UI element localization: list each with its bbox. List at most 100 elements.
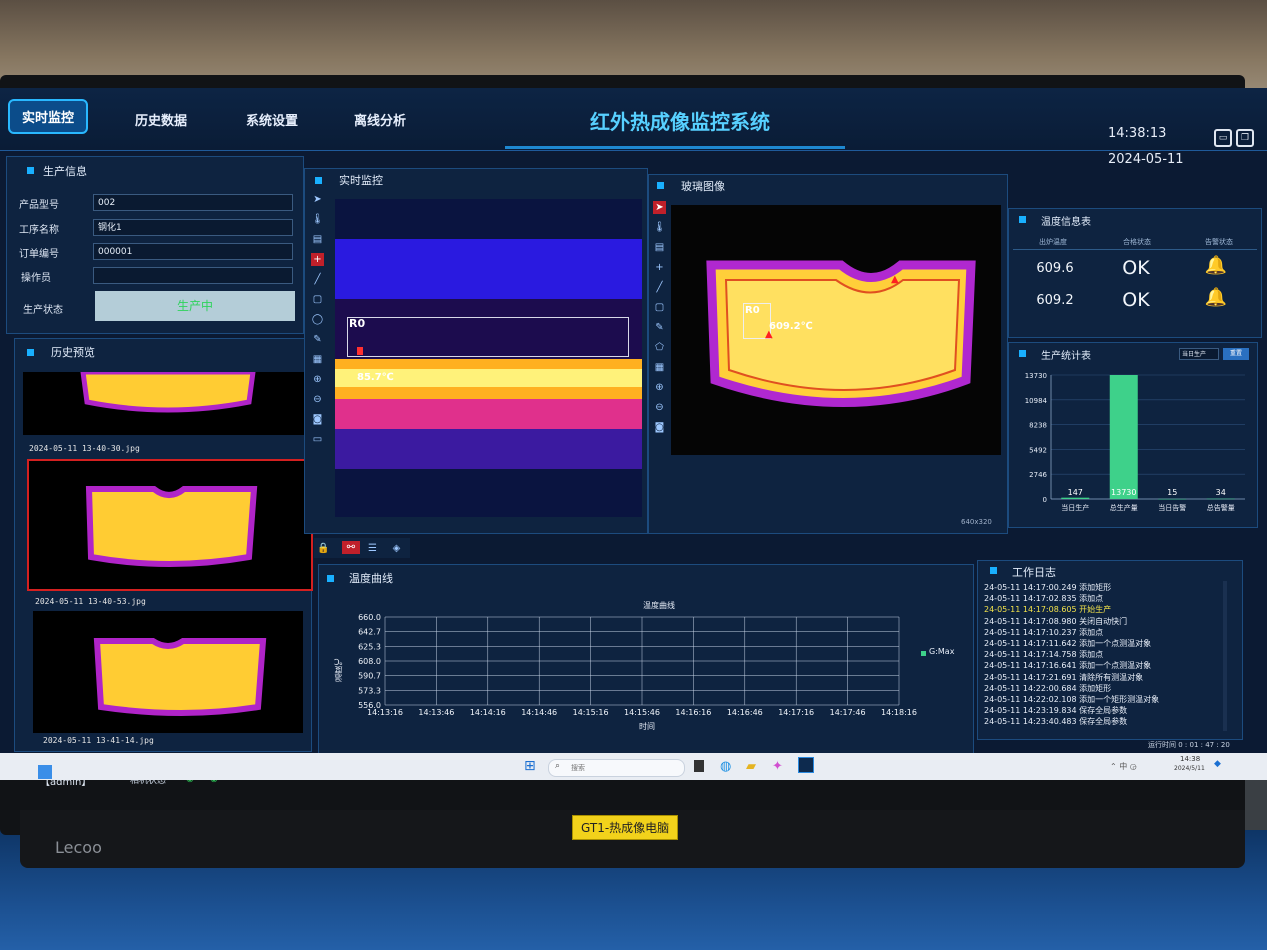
operator-input[interactable] bbox=[93, 267, 293, 284]
x-tick-label: 14:17:16 bbox=[778, 708, 814, 717]
notification-icon[interactable]: ◆ bbox=[1214, 759, 1221, 769]
app-window-icon[interactable] bbox=[38, 765, 52, 779]
record-icon[interactable]: ▭ bbox=[311, 433, 324, 446]
temp-info-panel: 温度信息表 出炉温度 合格状态 告警状态 609.6 OK 🔔 609.2 OK… bbox=[1008, 208, 1262, 338]
edge-icon[interactable]: ◍ bbox=[720, 759, 731, 774]
tab-history[interactable]: 历史数据 bbox=[135, 110, 187, 129]
live-temp-reading: 85.7℃ bbox=[357, 372, 394, 383]
task-view-icon[interactable] bbox=[694, 760, 704, 772]
minimize-icon[interactable]: ▭ bbox=[1214, 129, 1232, 147]
rectangle-tool-icon[interactable]: ▢ bbox=[311, 293, 324, 306]
x-tick-label: 14:13:16 bbox=[367, 708, 403, 717]
log-entry: 24-05-11 14:17:08.980 关闭自动快门 bbox=[984, 616, 1128, 626]
status-cell: OK bbox=[1122, 289, 1150, 311]
thermal-app-icon[interactable] bbox=[798, 757, 814, 773]
log-entry: 24-05-11 14:22:00.684 添加矩形 bbox=[984, 683, 1112, 693]
add-point-icon[interactable]: + bbox=[311, 253, 324, 266]
link-icon[interactable]: ⚯ bbox=[342, 541, 360, 554]
thermal-image bbox=[85, 486, 258, 567]
log-entry: 24-05-11 14:17:00.249 添加矩形 bbox=[984, 583, 1112, 592]
panel-marker-icon bbox=[990, 567, 997, 574]
zoom-in-icon[interactable]: ⊕ bbox=[653, 381, 666, 394]
cursor-icon[interactable]: ➤ bbox=[653, 201, 666, 214]
taskbar-search-box[interactable]: ⌕ 搜索 bbox=[548, 759, 685, 777]
temp-cell: 609.6 bbox=[1036, 261, 1074, 276]
runtime-readout: 运行时间 0 : 01 : 47 : 20 bbox=[1148, 741, 1230, 749]
stats-range-select[interactable]: 当日生产 bbox=[1179, 348, 1219, 360]
tray-icons[interactable]: ⌃ 中 ◶ bbox=[1110, 761, 1137, 772]
folder-icon[interactable]: ▰ bbox=[746, 759, 756, 774]
polygon-tool-icon[interactable]: ⬠ bbox=[653, 341, 666, 354]
palette-icon[interactable]: ▦ bbox=[311, 353, 324, 366]
list-icon[interactable]: ☰ bbox=[366, 542, 379, 555]
delete-icon[interactable]: ▤ bbox=[311, 233, 324, 246]
thermometer-icon[interactable]: 🌡 bbox=[653, 221, 666, 234]
panel-marker-icon bbox=[27, 167, 34, 174]
edit-icon[interactable]: ✎ bbox=[653, 321, 666, 334]
tab-realtime[interactable]: 实时监控 bbox=[8, 99, 89, 134]
log-entry: 24-05-11 14:17:02.835 添加点 bbox=[984, 594, 1104, 604]
glass-thermal-view[interactable]: R0 609.2℃ ▲ ▲ bbox=[671, 205, 1001, 455]
x-tick-label: 14:16:16 bbox=[675, 708, 711, 717]
line-tool-icon[interactable]: ╱ bbox=[311, 273, 324, 286]
zoom-out-icon[interactable]: ⊖ bbox=[653, 401, 666, 414]
tab-offline[interactable]: 离线分析 bbox=[354, 110, 406, 129]
log-entry: 24-05-11 14:23:19.834 保存全局参数 bbox=[984, 706, 1128, 716]
thermal-image bbox=[93, 638, 267, 716]
x-tick-label: 14:15:16 bbox=[573, 708, 609, 717]
zoom-out-icon[interactable]: ⊖ bbox=[311, 393, 324, 406]
panel-marker-icon bbox=[327, 575, 334, 582]
app-icon[interactable]: ✦ bbox=[772, 759, 783, 774]
live-thermal-view[interactable]: R0 85.7℃ bbox=[335, 199, 642, 517]
bar bbox=[1158, 498, 1187, 500]
x-tick-label: 当日告警 bbox=[1158, 503, 1186, 512]
history-thumbnail-selected[interactable] bbox=[27, 459, 313, 591]
delete-icon[interactable]: ▤ bbox=[653, 241, 666, 254]
roi-rectangle[interactable] bbox=[347, 317, 629, 357]
glass-temp-reading: 609.2℃ bbox=[769, 321, 813, 332]
stats-reset-button[interactable]: 重置 bbox=[1223, 348, 1249, 360]
start-icon[interactable]: ⊞ bbox=[524, 758, 536, 774]
tag-icon[interactable]: ◈ bbox=[390, 542, 403, 555]
y-tick-label: 10984 bbox=[1025, 397, 1048, 405]
max-temp-marker bbox=[357, 347, 363, 355]
history-thumbnail[interactable] bbox=[33, 611, 303, 733]
tab-settings[interactable]: 系统设置 bbox=[246, 110, 298, 129]
y-tick-label: 0 bbox=[1043, 496, 1047, 504]
lock-icon[interactable]: 🔒 bbox=[317, 542, 330, 555]
edit-icon[interactable]: ✎ bbox=[311, 333, 324, 346]
x-tick-label: 14:16:46 bbox=[727, 708, 763, 717]
line-tool-icon[interactable]: ╱ bbox=[653, 281, 666, 294]
y-tick-label: 573.3 bbox=[358, 686, 381, 695]
history-thumbnail[interactable] bbox=[23, 372, 305, 435]
circle-tool-icon[interactable]: ◯ bbox=[311, 313, 324, 326]
restore-icon[interactable]: ❐ bbox=[1236, 129, 1254, 147]
zoom-in-icon[interactable]: ⊕ bbox=[311, 373, 324, 386]
log-scrollbar[interactable] bbox=[1223, 581, 1227, 731]
header-date: 2024-05-11 bbox=[1108, 152, 1184, 167]
curve-x-label: 时间 bbox=[639, 722, 655, 731]
camera-icon[interactable]: ◙ bbox=[653, 421, 666, 434]
add-point-icon[interactable]: + bbox=[653, 261, 666, 274]
header-clock: 14:38:13 bbox=[1108, 126, 1167, 141]
history-filename: 2024-05-11 13-40-53.jpg bbox=[35, 597, 146, 606]
order-number-select[interactable]: 000001 bbox=[93, 243, 293, 260]
taskbar-search-text: 搜索 bbox=[571, 764, 585, 772]
y-tick-label: 642.7 bbox=[358, 628, 381, 637]
process-name-input[interactable]: 钢化1 bbox=[93, 219, 293, 236]
rectangle-tool-icon[interactable]: ▢ bbox=[653, 301, 666, 314]
production-info-title: 生产信息 bbox=[43, 165, 87, 178]
history-filename: 2024-05-11 13-40-30.jpg bbox=[29, 444, 140, 453]
product-model-input[interactable]: 002 bbox=[93, 194, 293, 211]
column-header: 出炉温度 bbox=[1039, 238, 1067, 246]
x-tick-label: 14:14:46 bbox=[521, 708, 557, 717]
camera-icon[interactable]: ◙ bbox=[311, 413, 324, 426]
palette-icon[interactable]: ▦ bbox=[653, 361, 666, 374]
thermometer-icon[interactable]: 🌡 bbox=[311, 213, 324, 226]
x-tick-label: 14:14:16 bbox=[470, 708, 506, 717]
history-preview-title: 历史预览 bbox=[51, 346, 95, 359]
x-tick-label: 总生产量 bbox=[1110, 503, 1138, 512]
cursor-icon[interactable]: ➤ bbox=[311, 193, 324, 206]
log-entry: 24-05-11 14:17:14.758 添加点 bbox=[984, 650, 1104, 660]
panel-marker-icon bbox=[1019, 350, 1026, 357]
